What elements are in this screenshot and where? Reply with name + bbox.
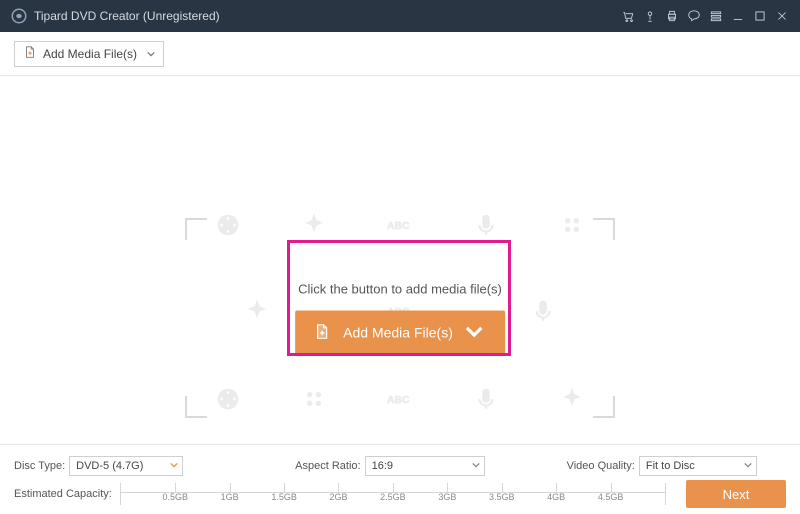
mic-icon bbox=[473, 386, 499, 412]
ruler-label: 0.5GB bbox=[162, 492, 188, 502]
next-button[interactable]: Next bbox=[686, 480, 786, 508]
sparkle-icon bbox=[301, 386, 327, 412]
maximize-icon[interactable] bbox=[750, 6, 770, 26]
mic-icon bbox=[473, 212, 499, 238]
minimize-icon[interactable] bbox=[728, 6, 748, 26]
ruler-label: 3GB bbox=[438, 492, 456, 502]
capacity-ruler: 0.5GB 1GB 1.5GB 2GB 2.5GB 3GB 3.5GB 4GB 4.5GB bbox=[120, 483, 666, 505]
titlebar: Tipard DVD Creator (Unregistered) bbox=[0, 0, 800, 32]
disc-type-label: Disc Type: bbox=[14, 460, 65, 472]
cart-icon[interactable] bbox=[618, 6, 638, 26]
sparkle-icon bbox=[559, 386, 585, 412]
center-block: Click the button to add media file(s) Ad… bbox=[295, 282, 505, 355]
sparkle-icon bbox=[559, 212, 585, 238]
footer-options-row: Disc Type: DVD-5 (4.7G) Aspect Ratio: 16… bbox=[14, 453, 786, 479]
main-area: ABC ABC ABC Click the button to add medi… bbox=[0, 76, 800, 444]
drop-zone[interactable]: ABC ABC ABC Click the button to add medi… bbox=[185, 218, 615, 418]
ruler-tick bbox=[175, 483, 176, 492]
add-instruction: Click the button to add media file(s) bbox=[295, 282, 505, 297]
add-media-button-big[interactable]: Add Media File(s) bbox=[295, 311, 505, 355]
ruler-tick bbox=[611, 483, 612, 492]
video-quality-value: Fit to Disc bbox=[646, 460, 695, 472]
disc-type-select[interactable]: DVD-5 (4.7G) bbox=[69, 456, 183, 476]
video-quality-select[interactable]: Fit to Disc bbox=[639, 456, 757, 476]
capacity-label: Estimated Capacity: bbox=[14, 488, 112, 500]
app-logo-icon bbox=[10, 7, 28, 25]
toolbar: Add Media File(s) bbox=[0, 32, 800, 76]
print-icon[interactable] bbox=[662, 6, 682, 26]
ruler-label: 1GB bbox=[221, 492, 239, 502]
aspect-ratio-select[interactable]: 16:9 bbox=[365, 456, 485, 476]
ruler-tick bbox=[284, 483, 285, 492]
video-quality-label: Video Quality: bbox=[567, 460, 635, 472]
disc-type-value: DVD-5 (4.7G) bbox=[76, 460, 143, 472]
next-button-label: Next bbox=[723, 487, 750, 502]
chevron-down-icon bbox=[744, 460, 752, 472]
ruler-tick bbox=[447, 483, 448, 492]
add-file-icon bbox=[23, 45, 37, 62]
add-media-small-label: Add Media File(s) bbox=[43, 47, 137, 61]
ruler-label: 4.5GB bbox=[598, 492, 624, 502]
abc-icon: ABC bbox=[387, 212, 413, 238]
aspect-ratio-value: 16:9 bbox=[372, 460, 393, 472]
ruler-label: 3.5GB bbox=[489, 492, 515, 502]
ruler-label: 2GB bbox=[329, 492, 347, 502]
abc-icon: ABC bbox=[387, 386, 413, 412]
aspect-ratio-label: Aspect Ratio: bbox=[295, 460, 360, 472]
add-file-icon bbox=[313, 322, 331, 343]
register-icon[interactable] bbox=[640, 6, 660, 26]
chevron-down-icon bbox=[472, 460, 480, 472]
ruler-tick bbox=[338, 483, 339, 492]
chevron-down-icon bbox=[147, 47, 155, 61]
svg-text:ABC: ABC bbox=[387, 221, 410, 232]
watermark-row: ABC bbox=[185, 386, 615, 412]
footer: Disc Type: DVD-5 (4.7G) Aspect Ratio: 16… bbox=[0, 444, 800, 514]
chevron-down-icon bbox=[170, 460, 178, 472]
footer-capacity-row: Estimated Capacity: 0.5GB 1GB 1.5GB 2GB 2.5G… bbox=[14, 481, 786, 507]
ruler-tick bbox=[556, 483, 557, 492]
app-title: Tipard DVD Creator (Unregistered) bbox=[34, 9, 220, 23]
add-media-big-label: Add Media File(s) bbox=[343, 325, 453, 341]
watermark-row: ABC bbox=[185, 212, 615, 238]
reel-icon bbox=[215, 212, 241, 238]
reel-icon bbox=[215, 386, 241, 412]
chevron-down-icon bbox=[465, 322, 483, 343]
sparkle-icon bbox=[244, 298, 270, 324]
add-media-button-small[interactable]: Add Media File(s) bbox=[14, 41, 164, 67]
ruler-label: 2.5GB bbox=[380, 492, 406, 502]
ruler-tick bbox=[502, 483, 503, 492]
svg-text:ABC: ABC bbox=[387, 395, 410, 406]
menu-icon[interactable] bbox=[706, 6, 726, 26]
mic-icon bbox=[530, 298, 556, 324]
ruler-tick bbox=[230, 483, 231, 492]
close-icon[interactable] bbox=[772, 6, 792, 26]
help-icon[interactable] bbox=[684, 6, 704, 26]
ruler-label: 1.5GB bbox=[271, 492, 297, 502]
ruler-label: 4GB bbox=[547, 492, 565, 502]
sparkle-icon bbox=[301, 212, 327, 238]
ruler-tick bbox=[393, 483, 394, 492]
